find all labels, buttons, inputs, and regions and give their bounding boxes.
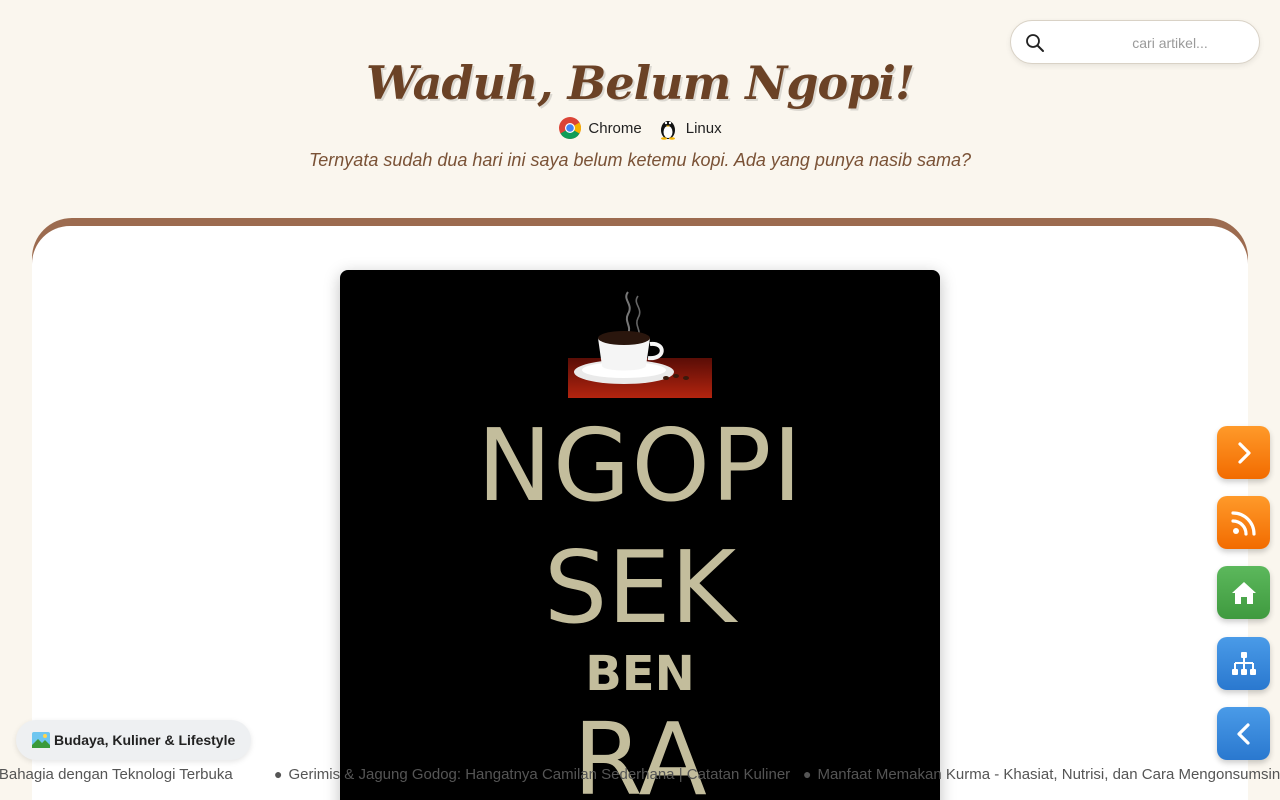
- category-label-text: Budaya, Kuliner & Lifestyle: [54, 732, 236, 748]
- poster-line-2: SEK: [543, 529, 737, 646]
- search-icon: [1026, 34, 1044, 52]
- poster-line-3: BEN: [585, 646, 695, 702]
- post-poster-image[interactable]: NGOPI SEK BEN RA: [340, 270, 940, 800]
- platform-chrome-label: Chrome: [588, 119, 642, 137]
- coffee-cup-icon: [568, 291, 712, 398]
- bullet-icon: ●: [803, 766, 812, 782]
- linux-tux-icon: [660, 121, 675, 140]
- rss-icon: [1230, 510, 1256, 536]
- ticker-item[interactable]: ● Manfaat Memakan Kurma - Khasiat, Nutris…: [803, 766, 1280, 783]
- platform-linux-label: Linux: [685, 119, 722, 137]
- chevron-left-icon: [1236, 722, 1250, 745]
- category-label[interactable]: Budaya, Kuliner & Lifestyle: [16, 720, 252, 760]
- news-ticker: up Bahagia dengan Teknologi Terbuka ● Ger…: [0, 766, 1280, 788]
- rss-feed-button[interactable]: [1217, 496, 1270, 549]
- site-title[interactable]: Waduh, Belum Ngopi!: [0, 56, 1280, 110]
- search-input[interactable]: [1055, 29, 1245, 57]
- ticker-item[interactable]: ● Gerimis & Jagung Godog: Hangatnya Camil…: [274, 766, 790, 783]
- platform-chrome: Chrome: [558, 116, 642, 140]
- platform-linux: Linux: [656, 116, 722, 140]
- home-button[interactable]: [1217, 566, 1270, 619]
- platform-row: Chrome Linux: [0, 116, 1280, 140]
- landscape-picture-icon: [32, 732, 50, 748]
- sitemap-button[interactable]: [1217, 637, 1270, 690]
- next-post-button[interactable]: [1217, 426, 1270, 479]
- chrome-icon: [559, 117, 582, 139]
- bullet-icon: ●: [274, 766, 283, 782]
- poster-line-1: NGOPI: [477, 407, 803, 524]
- previous-post-button[interactable]: [1217, 707, 1270, 760]
- chevron-right-icon: [1237, 441, 1251, 464]
- site-tagline: Ternyata sudah dua hari ini saya belum k…: [308, 150, 972, 170]
- sitemap-icon: [1231, 651, 1256, 675]
- ticker-item[interactable]: up Bahagia dengan Teknologi Terbuka: [0, 766, 233, 783]
- home-icon: [1231, 581, 1256, 604]
